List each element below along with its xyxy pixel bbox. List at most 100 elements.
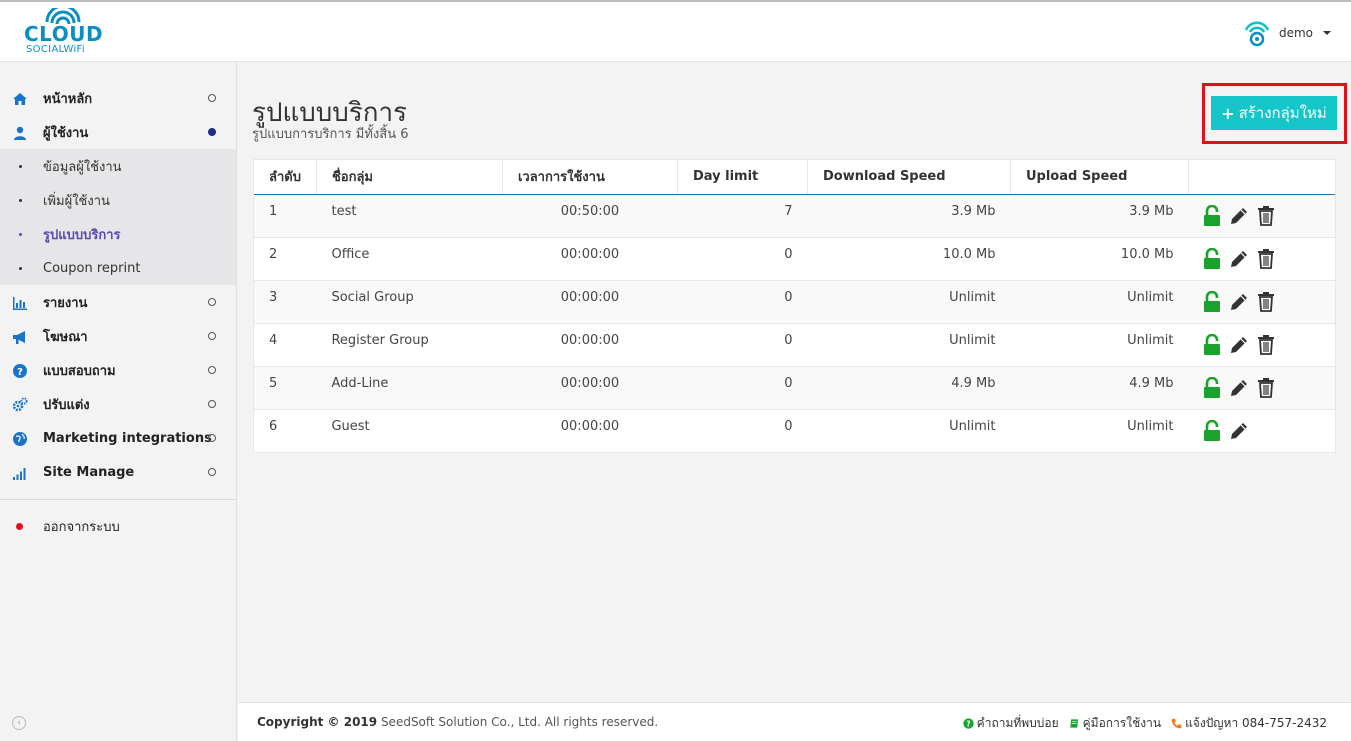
- delete-trash-icon[interactable]: [1257, 334, 1275, 359]
- cell-download-speed: Unlimit: [807, 279, 1011, 323]
- edit-pencil-icon[interactable]: [1229, 421, 1249, 445]
- unlock-icon[interactable]: [1203, 333, 1221, 360]
- cell-group-name: test: [316, 193, 503, 237]
- edit-pencil-icon[interactable]: [1229, 249, 1249, 273]
- sidebar-item-home[interactable]: หน้าหลัก: [0, 81, 236, 115]
- main-content: รูปแบบบริการ รูปแบบการบริการ มีทั้งสิ้น …: [238, 62, 1351, 702]
- status-dot: [208, 298, 216, 306]
- edit-pencil-icon[interactable]: [1229, 206, 1249, 230]
- cell-group-name: Social Group: [316, 279, 503, 323]
- faq-link[interactable]: ? คำถามที่พบบ่อย: [963, 714, 1059, 733]
- unlock-icon[interactable]: [1203, 376, 1221, 403]
- cell-upload-speed: 3.9 Mb: [1010, 193, 1189, 237]
- delete-trash-icon[interactable]: [1257, 205, 1275, 230]
- logout-label: ออกจากระบบ: [43, 519, 120, 535]
- logout-dot-icon: [16, 523, 23, 530]
- cell-no: 1: [254, 193, 317, 237]
- cell-usage-time: 00:00:00: [502, 236, 678, 280]
- sidebar-item-survey[interactable]: ? แบบสอบถาม: [0, 353, 236, 387]
- footer-links: ? คำถามที่พบบ่อย คู่มือการใช้งาน แจ้งปัญ…: [963, 714, 1327, 733]
- footer: Copyright © 2019 SeedSoft Solution Co., …: [238, 702, 1351, 741]
- wifi-avatar-icon: [1244, 21, 1270, 47]
- cloud-socialwifi-logo[interactable]: CLOUD SOCIALWiFi: [22, 8, 104, 56]
- chevron-down-icon: [1323, 31, 1331, 35]
- cell-download-speed: Unlimit: [807, 408, 1011, 452]
- edit-pencil-icon[interactable]: [1229, 378, 1249, 402]
- sidebar-item-label: ปรับแต่ง: [43, 397, 90, 413]
- question-circle-icon: ?: [13, 364, 27, 378]
- unlock-icon[interactable]: [1203, 204, 1221, 231]
- cell-actions: [1188, 322, 1335, 366]
- logout-link[interactable]: ออกจากระบบ: [0, 509, 236, 543]
- sidebar: หน้าหลัก ผู้ใช้งาน ข้อมูลผู้ใช้งาน เพิ่ม…: [0, 62, 237, 741]
- sidebar-item-site-manage[interactable]: Site Manage: [0, 455, 236, 489]
- faq-label: คำถามที่พบบ่อย: [976, 716, 1059, 730]
- create-group-label: สร้างกลุ่มใหม่: [1238, 104, 1327, 122]
- copyright-company: SeedSoft Solution Co., Ltd. All rights r…: [377, 715, 659, 729]
- users-submenu: ข้อมูลผู้ใช้งาน เพิ่มผู้ใช้งาน รูปแบบบริ…: [0, 149, 236, 285]
- book-icon: [1070, 719, 1078, 728]
- sidebar-subitem-service-plans[interactable]: รูปแบบบริการ: [0, 217, 236, 251]
- sidebar-subitem-coupon-reprint[interactable]: Coupon reprint: [0, 251, 236, 285]
- col-header-download-speed: Download Speed: [807, 160, 1011, 195]
- sidebar-subitem-label: เพิ่มผู้ใช้งาน: [43, 193, 110, 209]
- sidebar-item-ads[interactable]: โฆษณา: [0, 319, 236, 353]
- create-group-button[interactable]: + สร้างกลุ่มใหม่: [1211, 96, 1337, 130]
- sidebar-item-customize[interactable]: ปรับแต่ง: [0, 387, 236, 421]
- support-label: แจ้งปัญหา 084-757-2432: [1185, 716, 1327, 730]
- cell-group-name: Office: [316, 236, 503, 280]
- cell-day-limit: 0: [677, 279, 808, 323]
- sidebar-item-reports[interactable]: รายงาน: [0, 285, 236, 319]
- status-dot: [208, 94, 216, 102]
- gears-icon: [12, 397, 28, 412]
- logo-sub-text: SOCIALWiFi: [26, 44, 85, 55]
- collapse-sidebar-icon[interactable]: ‹: [12, 716, 26, 730]
- sidebar-subitem-label: รูปแบบบริการ: [43, 227, 121, 243]
- cell-download-speed: 4.9 Mb: [807, 365, 1011, 409]
- cell-actions: [1188, 408, 1335, 452]
- bullet-icon: [19, 233, 22, 236]
- copyright-text: Copyright © 2019 SeedSoft Solution Co., …: [257, 715, 658, 729]
- user-menu-dropdown[interactable]: demo: [1243, 17, 1331, 49]
- sidebar-subitem-user-info[interactable]: ข้อมูลผู้ใช้งาน: [0, 149, 236, 183]
- edit-pencil-icon[interactable]: [1229, 292, 1249, 316]
- unlock-icon[interactable]: [1203, 419, 1221, 446]
- bullet-icon: [19, 199, 22, 202]
- cell-upload-speed: 4.9 Mb: [1010, 365, 1189, 409]
- col-header-no: ลำดับ: [254, 160, 317, 195]
- sidebar-item-label: รายงาน: [43, 295, 88, 311]
- delete-trash-icon[interactable]: [1257, 377, 1275, 402]
- unlock-icon[interactable]: [1203, 290, 1221, 317]
- row-actions: [1203, 204, 1320, 231]
- cell-actions: [1188, 193, 1335, 237]
- sidebar-subitem-add-user[interactable]: เพิ่มผู้ใช้งาน: [0, 183, 236, 217]
- cell-day-limit: 0: [677, 365, 808, 409]
- col-header-day-limit: Day limit: [677, 160, 808, 195]
- sidebar-item-marketing-integrations[interactable]: Marketing integrations: [0, 421, 236, 455]
- user-name: demo: [1278, 26, 1313, 40]
- cell-upload-speed: Unlimit: [1010, 279, 1189, 323]
- delete-trash-icon[interactable]: [1257, 291, 1275, 316]
- col-header-actions: [1188, 160, 1335, 195]
- delete-trash-icon[interactable]: [1257, 248, 1275, 273]
- sidebar-item-label: ผู้ใช้งาน: [43, 125, 89, 141]
- table-row: 3 Social Group 00:00:00 0 Unlimit Unlimit: [254, 279, 1335, 323]
- cell-no: 4: [254, 322, 317, 366]
- copyright-year: Copyright © 2019: [257, 715, 378, 729]
- table-header-row: ลำดับ ชื่อกลุ่ม เวลาการใช้งาน Day limit …: [254, 160, 1335, 195]
- svg-text:?: ?: [966, 720, 970, 729]
- cell-group-name: Guest: [316, 408, 503, 452]
- question-circle-icon: ?: [963, 718, 974, 729]
- support-link[interactable]: แจ้งปัญหา 084-757-2432: [1171, 714, 1327, 733]
- plus-icon: +: [1221, 103, 1235, 123]
- table-row: 2 Office 00:00:00 0 10.0 Mb 10.0 Mb: [254, 236, 1335, 280]
- logo-main-text: CLOUD: [24, 22, 104, 46]
- manual-link[interactable]: คู่มือการใช้งาน: [1069, 714, 1161, 733]
- cell-day-limit: 0: [677, 408, 808, 452]
- unlock-icon[interactable]: [1203, 247, 1221, 274]
- edit-pencil-icon[interactable]: [1229, 335, 1249, 359]
- cell-group-name: Add-Line: [316, 365, 503, 409]
- cell-no: 5: [254, 365, 317, 409]
- table-body: 1 test 00:50:00 7 3.9 Mb 3.9 Mb 2 Office 00:00:0…: [254, 193, 1335, 452]
- sidebar-item-users[interactable]: ผู้ใช้งาน: [0, 115, 236, 149]
